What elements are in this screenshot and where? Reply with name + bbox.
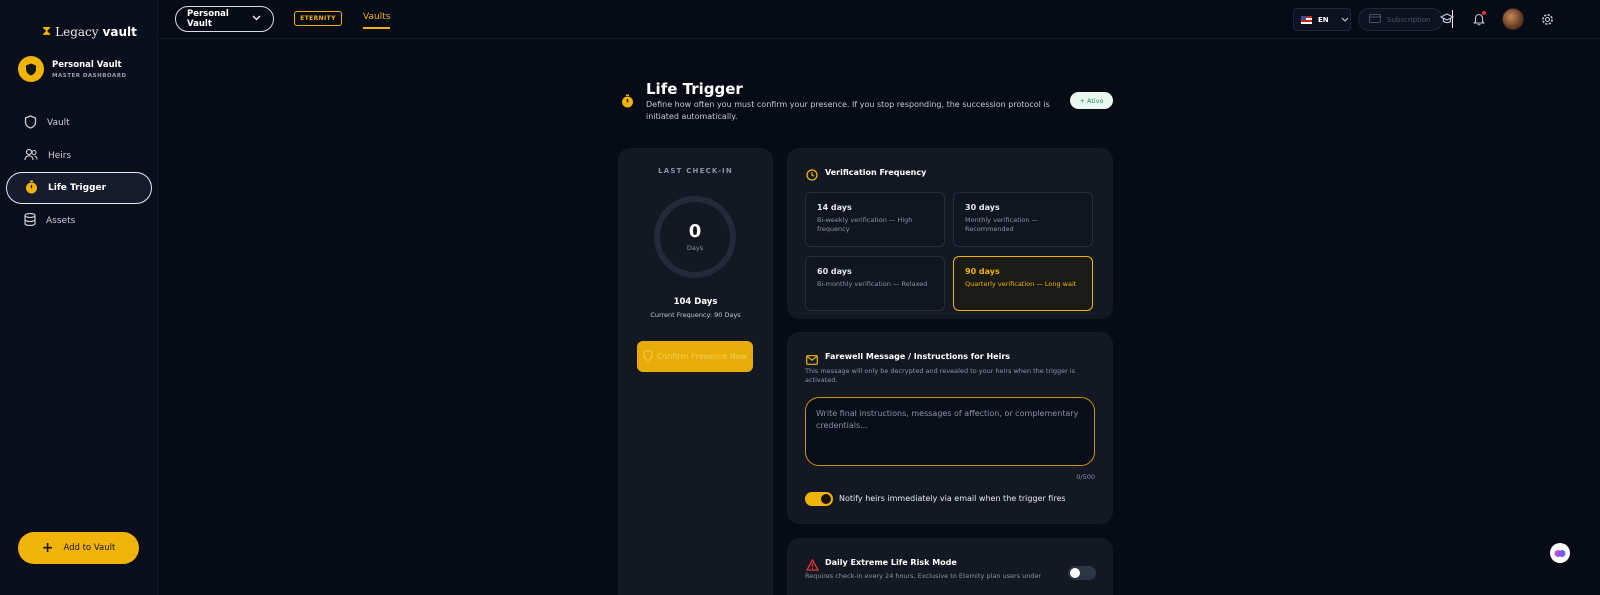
- stopwatch-icon: [25, 180, 38, 197]
- verification-frequency-title: Verification Frequency: [825, 168, 927, 177]
- risk-mode-description: Requires check-in every 24 hours. Exclus…: [805, 572, 1042, 580]
- frequency-option-90[interactable]: 90 days Quarterly verification — Long wa…: [953, 256, 1093, 311]
- chevron-down-icon: [1341, 16, 1349, 24]
- character-counter: 0/500: [1076, 473, 1095, 481]
- sidebar-item-assets[interactable]: Assets: [6, 205, 152, 237]
- chevron-down-icon: [252, 14, 261, 24]
- toggle-knob: [1070, 568, 1080, 578]
- sidebar-item-vault[interactable]: Vault: [6, 107, 152, 139]
- page-title: Life Trigger: [646, 80, 743, 98]
- sidebar-item-life-trigger[interactable]: Life Trigger: [6, 172, 152, 204]
- verification-frequency-card: Verification Frequency 14 days Bi-weekly…: [787, 148, 1113, 319]
- frequency-option-desc: Bi-monthly verification — Relaxed: [817, 280, 928, 288]
- frequency-option-14[interactable]: 14 days Bi-weekly verification — High fr…: [805, 192, 945, 247]
- days-total: 104 Days: [673, 297, 718, 307]
- plus-icon: +: [41, 540, 54, 556]
- sidebar-item-heirs[interactable]: Heirs: [6, 140, 152, 172]
- risk-mode-title: Daily Extreme Life Risk Mode: [825, 558, 957, 567]
- farewell-message-title: Farewell Message / Instructions for Heir…: [825, 352, 1011, 361]
- add-to-vault-button[interactable]: + Add to Vault: [18, 532, 139, 564]
- frequency-option-desc: Monthly verification — Recommended: [965, 216, 1039, 233]
- frequency-option-title: 90 days: [965, 267, 1000, 276]
- logo[interactable]: ⧗ Legacy vault: [42, 24, 137, 39]
- frequency-option-60[interactable]: 60 days Bi-monthly verification — Relaxe…: [805, 256, 945, 311]
- farewell-message-description: This message will only be decrypted and …: [805, 367, 1076, 384]
- topbar: Personal Vault ETERNITY Vaults EN Subscr…: [159, 0, 1600, 39]
- shield-check-icon: [643, 349, 653, 363]
- stopwatch-icon: [621, 93, 634, 112]
- sidebar-item-label: Heirs: [48, 150, 72, 161]
- clock-icon: [806, 166, 818, 185]
- subscription-button[interactable]: Subscription: [1358, 8, 1443, 31]
- frequency-option-30[interactable]: 30 days Monthly verification — Recommend…: [953, 192, 1093, 247]
- bell-icon[interactable]: [1470, 10, 1488, 28]
- vault-subtitle: MASTER DASHBOARD: [52, 72, 127, 79]
- farewell-message-textarea[interactable]: Write final instructions, messages of af…: [805, 397, 1095, 466]
- frequency-option-title: 60 days: [817, 267, 852, 276]
- confirm-presence-button[interactable]: Confirm Presence Now: [637, 341, 753, 372]
- frequency-option-desc: Quarterly verification — Long wait: [965, 280, 1077, 288]
- tab-vaults[interactable]: Vaults: [363, 12, 391, 29]
- checkin-unit: Days: [686, 244, 704, 252]
- vault-selector[interactable]: Personal Vault: [175, 6, 274, 32]
- vault-name: Personal Vault: [52, 59, 122, 70]
- frequency-option-title: 30 days: [965, 203, 1000, 212]
- language-selector[interactable]: EN: [1293, 8, 1351, 31]
- graduation-cap-icon[interactable]: [1438, 10, 1456, 28]
- hourglass-icon: ⧗: [42, 24, 52, 39]
- users-icon: [24, 148, 38, 164]
- risk-mode-toggle[interactable]: [1068, 566, 1096, 580]
- logo-text-vault: vault: [102, 24, 137, 39]
- current-frequency: Current Frequency: 90 Days: [650, 311, 741, 319]
- page-description: Define how often you must confirm your p…: [646, 100, 1050, 121]
- vault-card[interactable]: Personal Vault MASTER DASHBOARD: [18, 56, 127, 82]
- checkin-progress-ring: 0 Days: [654, 196, 736, 278]
- sidebar-item-label: Vault: [47, 118, 70, 128]
- notify-heirs-toggle[interactable]: [805, 492, 833, 506]
- notification-dot: [1482, 11, 1486, 15]
- frequency-option-desc: Bi-weekly verification — High frequency: [817, 216, 913, 233]
- shield-icon: [24, 114, 37, 132]
- us-flag-icon: [1301, 15, 1312, 24]
- risk-mode-card: Daily Extreme Life Risk Mode Requires ch…: [787, 538, 1113, 595]
- assistant-icon[interactable]: [1550, 543, 1570, 563]
- database-icon: [24, 212, 36, 229]
- last-checkin-card: LAST CHECK-IN 0 Days 104 Days Current Fr…: [618, 148, 773, 595]
- notify-heirs-label: Notify heirs immediately via email when …: [839, 494, 1066, 503]
- subscription-label: Subscription: [1387, 15, 1431, 24]
- vault-selector-label: Personal Vault: [187, 9, 229, 29]
- confirm-presence-label: Confirm Presence Now: [656, 352, 748, 361]
- sidebar: ⧗ Legacy vault Personal Vault MASTER DAS…: [0, 0, 158, 595]
- gear-icon[interactable]: [1538, 10, 1556, 28]
- toggle-knob: [821, 494, 831, 504]
- logo-text-legacy: Legacy: [55, 24, 99, 39]
- avatar[interactable]: [1502, 8, 1524, 30]
- credit-card-icon: [1369, 14, 1381, 25]
- sidebar-nav: Vault Heirs Life Trigger Assets: [6, 107, 152, 237]
- shield-badge-icon: [18, 56, 44, 82]
- farewell-message-card: Farewell Message / Instructions for Heir…: [787, 332, 1113, 524]
- sidebar-item-label: Assets: [46, 215, 76, 226]
- status-badge: + Ativo: [1070, 92, 1113, 109]
- last-checkin-label: LAST CHECK-IN: [658, 167, 733, 175]
- add-to-vault-label: Add to Vault: [63, 543, 116, 553]
- sidebar-item-label: Life Trigger: [48, 183, 107, 193]
- frequency-option-title: 14 days: [817, 203, 852, 212]
- checkin-value: 0: [688, 221, 702, 242]
- plan-badge: ETERNITY: [294, 11, 342, 26]
- language-label: EN: [1318, 15, 1329, 24]
